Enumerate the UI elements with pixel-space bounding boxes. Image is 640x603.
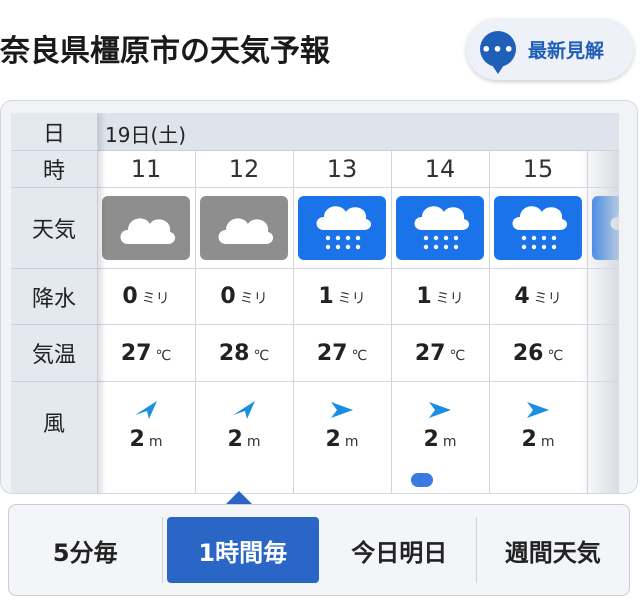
wind-arrow-icon bbox=[427, 399, 453, 425]
wind-arrow-icon bbox=[133, 399, 159, 425]
hour-value: 12 bbox=[228, 154, 260, 183]
hour-value: 15 bbox=[522, 154, 554, 183]
page-title: 奈良県橿原市の天気予報 bbox=[0, 34, 330, 69]
wind-value: 2m bbox=[195, 385, 293, 465]
wind-value: 2m bbox=[97, 385, 195, 465]
hour-value: 11 bbox=[130, 154, 162, 183]
temp-value: 26 ℃ bbox=[512, 340, 564, 366]
hour-value: 13 bbox=[326, 154, 358, 183]
hour-value: 14 bbox=[424, 154, 456, 183]
speech-bubble-icon: ••• bbox=[480, 31, 516, 74]
wind-value: 2m bbox=[293, 385, 391, 465]
row-label-temp: 気温 bbox=[11, 325, 97, 382]
wind-arrow-icon bbox=[329, 399, 355, 425]
forecast-column: 13 1 ミリ 27 ℃ 2 m bbox=[293, 150, 392, 493]
tab-hourly[interactable]: 1時間毎 bbox=[166, 517, 319, 583]
horizontal-scroll-indicator[interactable] bbox=[411, 473, 433, 487]
forecast-column: 11 0 ミリ 27 ℃ 2 m bbox=[97, 150, 196, 493]
temp-value: 27 ℃ bbox=[316, 340, 368, 366]
wind-value: 2m bbox=[489, 385, 587, 465]
wind-value: 2m bbox=[391, 385, 489, 465]
rain-icon bbox=[494, 196, 582, 260]
hourly-forecast-table[interactable]: 日 時 天気 降水 気温 風 19日(土) 11 0 ミリ 27 ℃ 2 m 12 0 ミリ 28 ℃… bbox=[0, 100, 638, 494]
wind-arrow-icon bbox=[525, 399, 551, 425]
precip-value: 4 ミリ bbox=[514, 284, 562, 309]
precip-value: 1 ミリ bbox=[318, 284, 366, 309]
wind-arrow-icon bbox=[231, 399, 257, 425]
tab-5min[interactable]: 5分毎 bbox=[9, 517, 163, 583]
row-label-column: 日 時 天気 降水 気温 風 bbox=[11, 113, 98, 493]
row-label-wind: 風 bbox=[42, 412, 65, 437]
row-label-hour: 時 bbox=[11, 151, 97, 188]
temp-value: 28 ℃ bbox=[218, 340, 270, 366]
row-label-precip: 降水 bbox=[11, 269, 97, 325]
forecast-column: 15 4 ミリ 26 ℃ 2 m bbox=[489, 150, 588, 493]
date-label: 19日(土) bbox=[105, 123, 187, 147]
forecast-column: 14 1 ミリ 27 ℃ 2 m bbox=[391, 150, 490, 493]
row-label-weather: 天気 bbox=[11, 188, 97, 269]
precip-value: 0 ミリ bbox=[220, 284, 268, 309]
expert-view-label: 最新見解 bbox=[528, 39, 605, 62]
scroll-fade bbox=[579, 150, 619, 493]
forecast-grid: 日 時 天気 降水 気温 風 19日(土) 11 0 ミリ 27 ℃ 2 m 12 0 ミリ 28 ℃… bbox=[11, 113, 619, 493]
precip-value: 0 ミリ bbox=[122, 284, 170, 309]
cloudy-icon bbox=[200, 196, 288, 260]
precip-value: 1 ミリ bbox=[416, 284, 464, 309]
forecast-column: 12 0 ミリ 28 ℃ 2 m bbox=[195, 150, 294, 493]
temp-value: 27 ℃ bbox=[414, 340, 466, 366]
tab-today-tomorrow[interactable]: 今日明日 bbox=[323, 517, 477, 583]
temp-value: 27 ℃ bbox=[120, 340, 172, 366]
rain-icon bbox=[396, 196, 484, 260]
expert-view-button[interactable]: ••• 最新見解 bbox=[466, 18, 634, 80]
row-label-day: 日 bbox=[11, 113, 97, 151]
rain-icon bbox=[298, 196, 386, 260]
forecast-interval-tabs: 5分毎 1時間毎 今日明日 週間天気 bbox=[8, 504, 630, 596]
tab-weekly[interactable]: 週間天気 bbox=[477, 517, 630, 583]
date-row: 19日(土) bbox=[97, 113, 619, 151]
cloudy-icon bbox=[102, 196, 190, 260]
